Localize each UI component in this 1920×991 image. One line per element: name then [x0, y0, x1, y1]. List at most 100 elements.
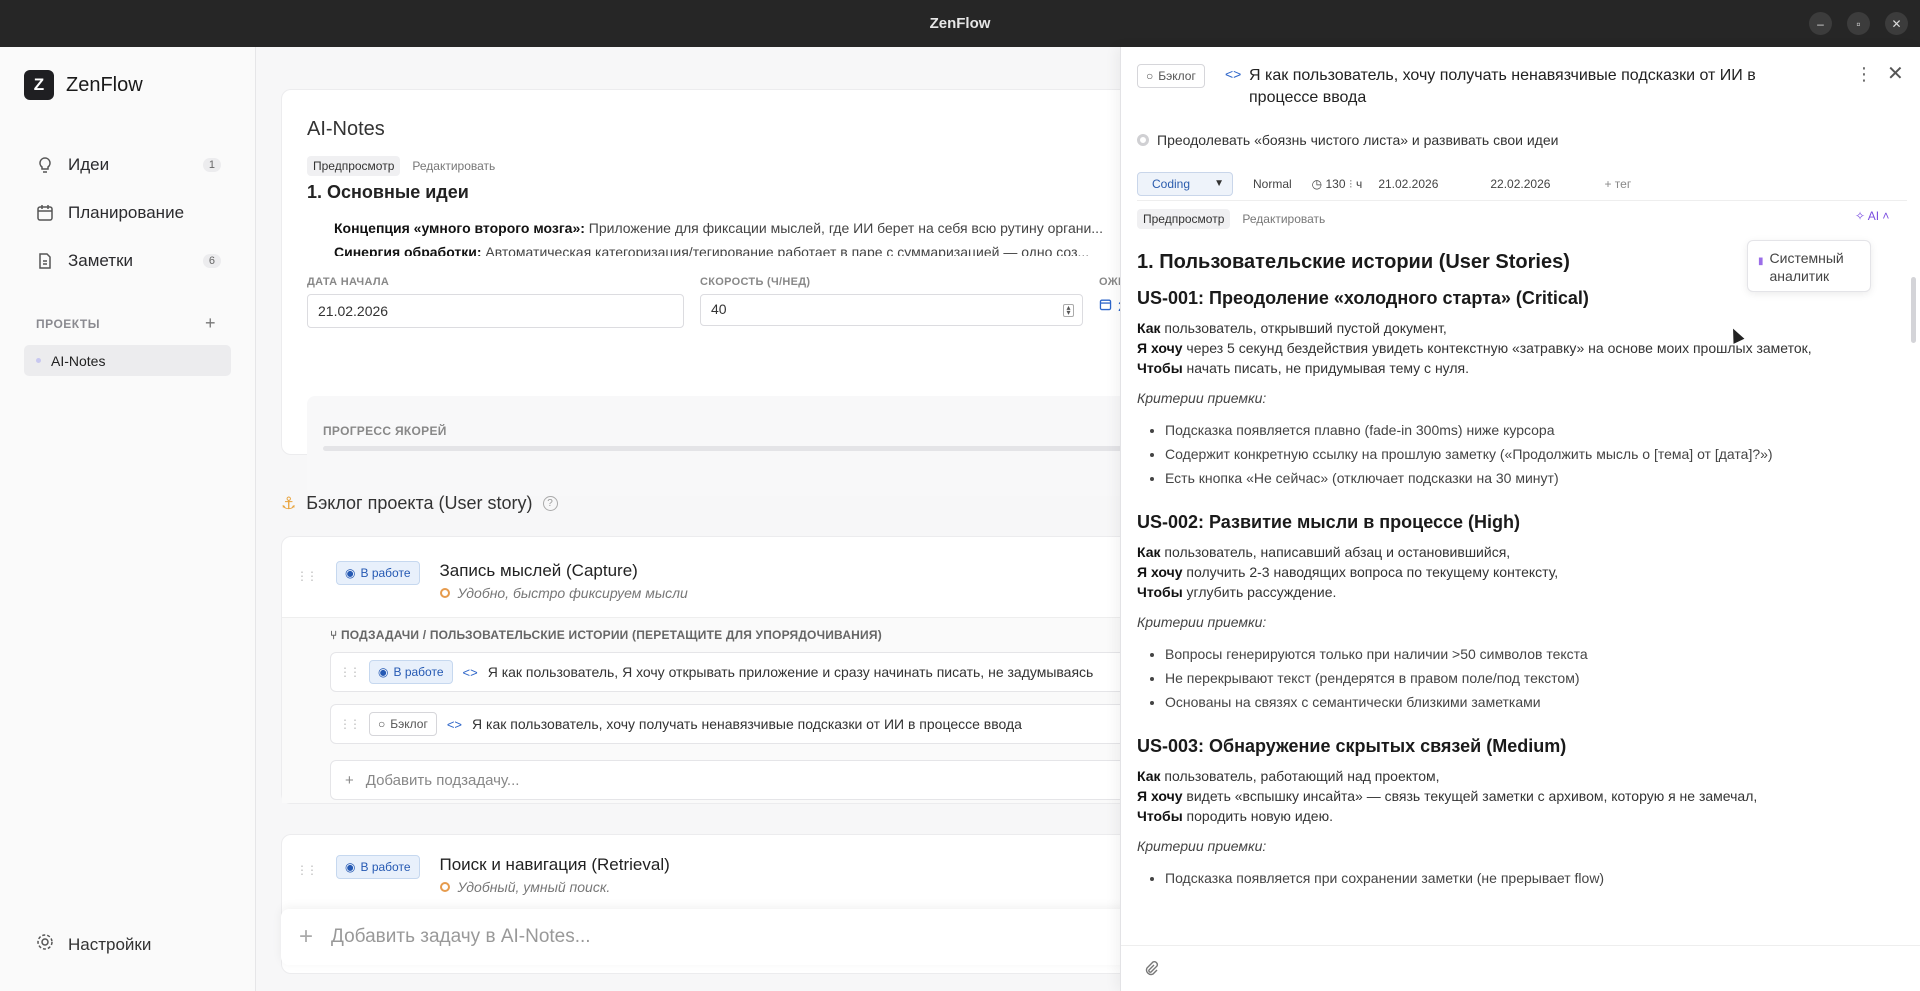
- sidebar-project-ai-notes[interactable]: AI-Notes: [24, 345, 231, 376]
- speed-field: СКОРОСТЬ (Ч/НЕД) 40 ▴ ▾: [700, 276, 1083, 328]
- settings-button[interactable]: Настройки: [36, 933, 151, 956]
- hours-field[interactable]: ◷ 130 ⁝ ч: [1312, 177, 1363, 191]
- tab-preview[interactable]: Предпросмотр: [307, 156, 401, 176]
- clock-icon: ◷: [1311, 176, 1323, 191]
- subtasks-section: ⑂ ПОДЗАДАЧИ / ПОЛЬЗОВАТЕЛЬСКИЕ ИСТОРИИ (…: [282, 617, 1120, 803]
- status-badge[interactable]: ◉ В работе: [369, 660, 453, 684]
- spinner-icon[interactable]: ⁝: [1349, 177, 1353, 191]
- sidebar-item-planning[interactable]: Планирование: [24, 195, 231, 231]
- calendar-icon: [36, 204, 54, 222]
- close-window-icon[interactable]: ✕: [1885, 12, 1908, 35]
- brand[interactable]: Z ZenFlow: [24, 70, 143, 100]
- logo: Z: [24, 70, 54, 100]
- lightbulb-icon: [36, 156, 54, 174]
- story-title[interactable]: Поиск и навигация (Retrieval): [440, 855, 670, 875]
- list-item: Подсказка появляется плавно (fade-in 300…: [1165, 418, 1897, 442]
- paperclip-icon[interactable]: [1143, 961, 1159, 980]
- story-title[interactable]: Запись мыслей (Capture): [440, 561, 688, 581]
- drag-handle-icon[interactable]: ⋮⋮: [296, 569, 318, 583]
- status-badge[interactable]: ○ Бэклог: [1137, 64, 1205, 88]
- play-circle-icon: ◉: [345, 566, 356, 580]
- maximize-icon[interactable]: ▫: [1847, 12, 1870, 35]
- status-badge[interactable]: ○ Бэклог: [369, 712, 437, 736]
- list-item: Вопросы генерируются только при наличии …: [1165, 642, 1897, 666]
- expected-date[interactable]: 2: [1099, 298, 1120, 314]
- story-card[interactable]: ⋮⋮ ◉ В работе Запись мыслей (Capture) Уд…: [281, 536, 1120, 804]
- sidebar-item-label: Заметки: [68, 251, 134, 270]
- list-item: Не перекрывают текст (рендерятся в право…: [1165, 666, 1897, 690]
- minimize-icon[interactable]: –: [1809, 12, 1832, 35]
- anchor-icon: ⚓: [281, 493, 297, 513]
- project-dot: [36, 358, 41, 363]
- subtask-text: Я как пользователь, Я хочу открывать при…: [487, 664, 1094, 680]
- priority[interactable]: Normal: [1253, 177, 1292, 191]
- drag-handle-icon[interactable]: ⋮⋮: [339, 717, 361, 731]
- more-vertical-icon[interactable]: ⋮: [1855, 64, 1873, 85]
- target-icon: [439, 588, 450, 598]
- close-icon[interactable]: ✕: [1887, 61, 1904, 86]
- status-badge[interactable]: ◉ В работе: [336, 855, 420, 879]
- list-item: Есть кнопка «Не сейчас» (отключает подск…: [1165, 466, 1897, 490]
- number-spinner[interactable]: ▴ ▾: [1063, 304, 1074, 317]
- start-date-input[interactable]: 21.02.2026: [307, 294, 684, 328]
- expected-field: ОЖИ 2: [1099, 276, 1120, 328]
- progress-bar: [323, 446, 1120, 451]
- add-tag-button[interactable]: + тег: [1604, 177, 1631, 191]
- project-title[interactable]: AI-Notes: [307, 118, 385, 141]
- add-subtask-input[interactable]: + Добавить подзадачу...: [330, 760, 1120, 800]
- scrollbar[interactable]: [1911, 277, 1916, 343]
- detail-tabs: Предпросмотр Редактировать: [1137, 209, 1331, 229]
- help-icon[interactable]: ?: [542, 496, 558, 511]
- project-card: AI-Notes Предпросмотр Редактировать 1. О…: [281, 89, 1120, 496]
- chevron-down-icon: ▼: [1214, 177, 1224, 189]
- ai-button[interactable]: ✧ AI ˄: [1855, 209, 1889, 223]
- main-content: AI-Notes Предпросмотр Редактировать 1. О…: [257, 47, 1120, 991]
- target-icon: [439, 882, 450, 892]
- list-item: Содержит конкретную ссылку на прошлую за…: [1165, 442, 1897, 466]
- end-date[interactable]: 22.02.2026: [1490, 177, 1550, 191]
- add-task-input[interactable]: + Добавить задачу в AI-Notes...: [281, 909, 1120, 965]
- task-title[interactable]: Я как пользователь, хочу получать ненавя…: [1249, 65, 1829, 109]
- story-heading: US-001: Преодоление «холодного старта» (…: [1137, 288, 1589, 308]
- count-badge: 6: [202, 254, 221, 268]
- add-project-icon[interactable]: +: [205, 313, 216, 334]
- story-heading: US-003: Обнаружение скрытых связей (Medi…: [1137, 736, 1567, 756]
- list-item: Основаны на связях с семантически близки…: [1165, 690, 1897, 714]
- story-heading: US-002: Развитие мысли в процессе (High): [1137, 512, 1520, 532]
- backlog-header: ⚓ Бэклог проекта (User story) ?: [281, 493, 558, 514]
- sidebar-item-ideas[interactable]: Идеи 1: [24, 147, 231, 183]
- doc-heading: 1. Пользовательские истории (User Storie…: [1137, 251, 1570, 273]
- attachment-bar: [1121, 945, 1920, 991]
- tab-edit[interactable]: Редактировать: [1236, 209, 1331, 229]
- subtask-text: Я как пользователь, хочу получать ненавя…: [472, 716, 1022, 732]
- settings-label: Настройки: [68, 934, 152, 954]
- tab-edit[interactable]: Редактировать: [406, 156, 501, 176]
- description-list: Концепция «умного второго мозга»: Прилож…: [334, 216, 1120, 256]
- description-heading: 1. Основные идеи: [307, 182, 469, 202]
- drag-handle-icon[interactable]: ⋮⋮: [296, 863, 318, 877]
- status-badge[interactable]: ◉ В работе: [336, 561, 420, 585]
- story-subtitle: Удобный, умный поиск.: [439, 879, 670, 895]
- sidebar-item-notes[interactable]: Заметки 6: [24, 243, 231, 279]
- tab-preview[interactable]: Предпросмотр: [1137, 209, 1231, 229]
- start-date-label: ДАТА НАЧАЛА: [307, 276, 390, 288]
- count-badge: 1: [202, 158, 221, 172]
- progress-label: ПРОГРЕСС ЯКОРЕЙ: [323, 424, 447, 438]
- criteria-label: Критерии приемки:: [1137, 614, 1267, 630]
- type-select[interactable]: Coding ▼: [1137, 171, 1233, 196]
- subtask-row[interactable]: ⋮⋮ ○ Бэклог <> Я как пользователь, хочу …: [330, 704, 1120, 744]
- subtask-row[interactable]: ⋮⋮ ◉ В работе <> Я как пользователь, Я х…: [330, 652, 1120, 692]
- plus-icon: +: [345, 771, 354, 789]
- calendar-icon: [1099, 298, 1112, 314]
- gear-icon: [36, 933, 54, 956]
- speed-input[interactable]: 40 ▴ ▾: [700, 294, 1083, 326]
- circle-icon: ○: [378, 717, 386, 731]
- task-goal[interactable]: Преодолевать «боязнь чистого листа» и ра…: [1137, 132, 1558, 148]
- list-item: Подсказка появляется при сохранении заме…: [1165, 866, 1897, 890]
- drag-handle-icon[interactable]: ⋮⋮: [339, 665, 361, 679]
- criteria-list: Подсказка появляется при сохранении заме…: [1165, 866, 1897, 890]
- sidebar-item-label: Планирование: [68, 203, 185, 222]
- sidebar-nav: Идеи 1 Планирование Заметки 6: [24, 147, 231, 291]
- start-date-field: ДАТА НАЧАЛА 21.02.2026: [307, 276, 684, 328]
- start-date[interactable]: 21.02.2026: [1378, 177, 1438, 191]
